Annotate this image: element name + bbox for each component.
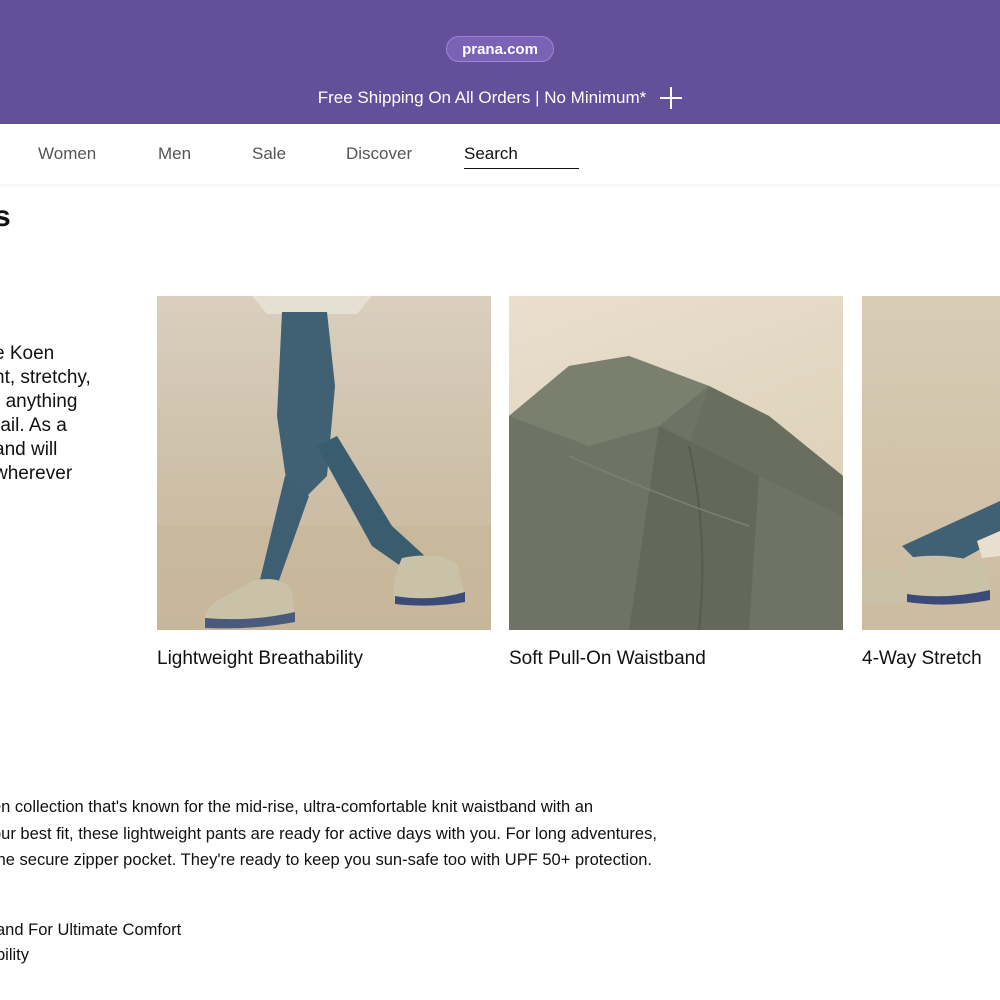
description-line: our best fit, these lightweight pants ar… [0,824,657,843]
bullet-item: bility [0,946,30,964]
product-image-waistband [509,296,843,630]
feature-card[interactable]: 4-Way Stretch [862,296,1000,670]
intro-line: wherever [0,463,73,484]
product-image-seated [862,296,1000,630]
model-walking-illustration [157,296,491,630]
bullet-item: and For Ultimate Comfort [0,921,182,939]
product-description: en collection that's known for the mid-r… [0,794,732,874]
search-input[interactable]: Search [464,144,579,169]
promo-text: Free Shipping On All Orders | No Minimum… [317,88,647,107]
nav-item-sale[interactable]: Sale [252,144,286,164]
waistband-illustration [509,356,843,630]
nav-item-discover[interactable]: Discover [346,144,412,164]
feature-caption: 4-Way Stretch [862,648,982,669]
intro-line: and will [0,439,58,460]
url-pill[interactable]: prana.com [446,36,554,62]
feature-card[interactable]: Lightweight Breathability [157,296,491,670]
intro-line: e Koen [0,343,55,364]
product-image-walking [157,296,491,630]
nav-item-men[interactable]: Men [158,144,191,164]
plus-icon[interactable] [660,87,683,109]
feature-caption: Soft Pull-On Waistband [509,648,706,669]
nav-item-women[interactable]: Women [38,144,96,164]
feature-caption: Lightweight Breathability [157,648,363,669]
feature-card[interactable]: Soft Pull-On Waistband [509,296,843,670]
feature-bullets: and For Ultimate Comfort bility [0,918,181,968]
intro-line: rail. As a [0,415,67,436]
intro-text: e Koen ht, stretchy, r anything rail. As… [0,342,114,486]
model-seated-illustration [862,501,1000,605]
main-nav: Women Men Sale Discover Search [0,124,1000,184]
intro-line: ht, stretchy, [0,367,91,388]
description-line: en collection that's known for the mid-r… [0,798,594,816]
promo-row: Free Shipping On All Orders | No Minimum… [0,86,1000,110]
description-line: the secure zipper pocket. They're ready … [0,851,652,869]
search-label: Search [464,144,518,163]
section-title: s [0,200,11,233]
intro-line: r anything [0,391,78,412]
promo-banner: prana.com Free Shipping On All Orders | … [0,0,1000,124]
